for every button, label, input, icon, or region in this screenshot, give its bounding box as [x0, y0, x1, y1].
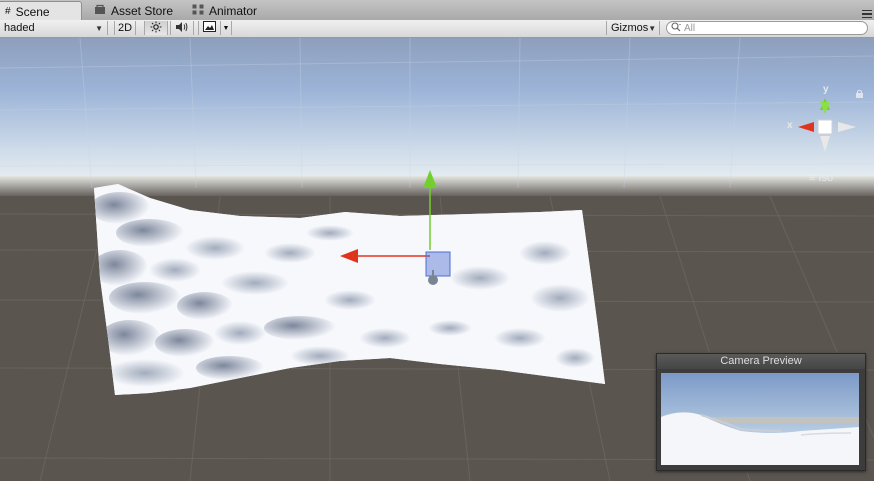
tab-strip: # Scene Asset Store Animator — [0, 0, 874, 21]
camera-preview-image — [661, 373, 859, 465]
tab-asset-store[interactable]: Asset Store — [86, 2, 181, 20]
panel-menu-icon[interactable] — [860, 8, 874, 20]
animator-icon — [192, 4, 204, 18]
scene-effects-dropdown[interactable]: ▼ — [220, 21, 232, 35]
x-axis-label: x — [787, 120, 793, 131]
image-icon — [203, 21, 216, 35]
tab-asset-store-label: Asset Store — [111, 4, 174, 18]
camera-preview-title: Camera Preview — [657, 354, 865, 369]
y-axis-label: y — [823, 84, 829, 95]
scene-effects-button[interactable] — [198, 21, 220, 35]
chevron-down-icon: ▼ — [95, 23, 103, 33]
menu-lines-icon: ≡ — [809, 172, 816, 184]
hierarchy-search[interactable] — [666, 21, 868, 35]
gizmos-dropdown[interactable]: Gizmos ▼ — [606, 21, 660, 35]
tab-scene[interactable]: # Scene — [0, 1, 82, 21]
gizmos-label: Gizmos — [611, 22, 649, 34]
render-mode-dropdown[interactable]: haded ▼ — [0, 21, 108, 35]
scene-lighting-toggle[interactable] — [144, 21, 168, 35]
projection-label: Iso — [818, 172, 834, 184]
sun-icon — [150, 21, 162, 36]
scene-viewport[interactable]: y x ≡ Iso Camera Preview — [0, 38, 874, 481]
2d-toggle-label: 2D — [117, 22, 133, 34]
tab-scene-label: Scene — [15, 4, 50, 19]
tab-animator[interactable]: Animator — [184, 2, 265, 20]
projection-toggle[interactable]: ≡ Iso — [809, 172, 833, 184]
asset-store-icon — [94, 4, 106, 18]
scene-audio-toggle[interactable] — [170, 21, 194, 35]
tab-animator-label: Animator — [209, 4, 258, 18]
chevron-down-icon: ▼ — [222, 24, 230, 32]
chevron-down-icon: ▼ — [648, 23, 657, 33]
lock-icon[interactable] — [855, 85, 864, 103]
render-mode-value: haded — [4, 22, 35, 34]
2d-toggle-button[interactable]: 2D — [114, 21, 136, 35]
search-input[interactable] — [682, 22, 854, 34]
search-icon — [671, 21, 682, 35]
camera-preview-panel: Camera Preview — [656, 353, 866, 471]
scene-toolbar: haded ▼ 2D ▼ Gizmos ▼ — [0, 20, 874, 38]
speaker-icon — [175, 21, 189, 36]
scene-icon: # — [5, 6, 11, 17]
